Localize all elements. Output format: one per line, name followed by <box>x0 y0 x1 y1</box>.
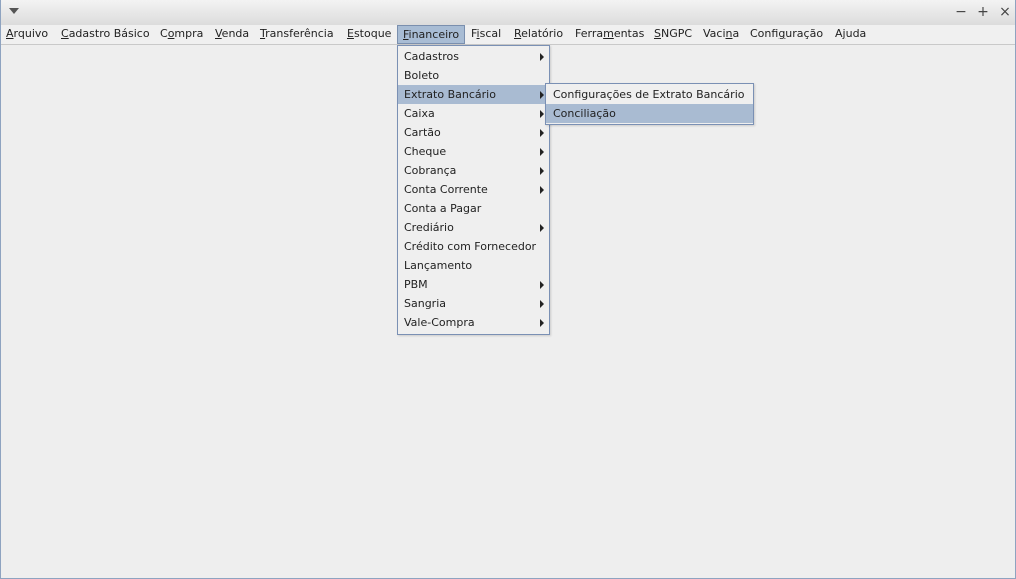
submenu-arrow-icon <box>540 91 544 99</box>
main-window: − + × Arquivo Cadastro Básico Compra Ven… <box>0 0 1016 579</box>
submenu-arrow-icon <box>540 129 544 137</box>
menu-ferramentas[interactable]: Ferramentas <box>570 25 649 44</box>
window-menu-icon[interactable] <box>9 8 19 14</box>
close-button[interactable]: × <box>998 4 1012 20</box>
menu-item-caixa[interactable]: Caixa <box>398 104 549 123</box>
submenu-arrow-icon <box>540 148 544 156</box>
menu-cadastro-basico[interactable]: Cadastro Básico <box>56 25 155 44</box>
menu-item-conta-corrente[interactable]: Conta Corrente <box>398 180 549 199</box>
submenu-arrow-icon <box>540 186 544 194</box>
menu-venda[interactable]: Venda <box>210 25 254 44</box>
submenu-arrow-icon <box>540 53 544 61</box>
menu-item-pbm[interactable]: PBM <box>398 275 549 294</box>
menu-item-conta-a-pagar[interactable]: Conta a Pagar <box>398 199 549 218</box>
extrato-bancario-submenu: Configurações de Extrato Bancário Concil… <box>545 83 754 125</box>
submenu-arrow-icon <box>540 167 544 175</box>
submenu-arrow-icon <box>540 110 544 118</box>
menu-relatorio[interactable]: Relatório <box>509 25 568 44</box>
submenu-arrow-icon <box>540 300 544 308</box>
menu-item-configuracoes-extrato-bancario[interactable]: Configurações de Extrato Bancário <box>546 85 753 104</box>
menu-sngpc[interactable]: SNGPC <box>649 25 697 44</box>
financeiro-dropdown: Cadastros Boleto Extrato Bancário Caixa … <box>397 45 550 335</box>
menu-item-boleto[interactable]: Boleto <box>398 66 549 85</box>
menu-item-sangria[interactable]: Sangria <box>398 294 549 313</box>
menu-ajuda[interactable]: Ajuda <box>830 25 871 44</box>
title-bar[interactable]: − + × <box>1 0 1015 26</box>
minimize-button[interactable]: − <box>954 4 968 20</box>
menu-vacina[interactable]: Vacina <box>698 25 744 44</box>
menu-transferencia[interactable]: Transferência <box>255 25 339 44</box>
menu-fiscal[interactable]: Fiscal <box>466 25 506 44</box>
menu-bar: Arquivo Cadastro Básico Compra Venda Tra… <box>1 25 1015 45</box>
menu-item-extrato-bancario[interactable]: Extrato Bancário <box>398 85 549 104</box>
menu-item-cobranca[interactable]: Cobrança <box>398 161 549 180</box>
menu-arquivo[interactable]: Arquivo <box>1 25 53 44</box>
menu-item-lancamento[interactable]: Lançamento <box>398 256 549 275</box>
menu-item-vale-compra[interactable]: Vale-Compra <box>398 313 549 332</box>
menu-compra[interactable]: Compra <box>155 25 208 44</box>
menu-item-credito-com-fornecedor[interactable]: Crédito com Fornecedor <box>398 237 549 256</box>
menu-item-cartao[interactable]: Cartão <box>398 123 549 142</box>
submenu-arrow-icon <box>540 281 544 289</box>
menu-configuracao[interactable]: Configuração <box>745 25 828 44</box>
menu-item-cadastros[interactable]: Cadastros <box>398 47 549 66</box>
submenu-arrow-icon <box>540 319 544 327</box>
menu-estoque[interactable]: Estoque <box>342 25 396 44</box>
menu-financeiro[interactable]: Financeiro <box>397 25 465 44</box>
menu-item-cheque[interactable]: Cheque <box>398 142 549 161</box>
maximize-button[interactable]: + <box>976 4 990 20</box>
menu-item-conciliacao[interactable]: Conciliação <box>546 104 753 123</box>
menu-item-crediario[interactable]: Crediário <box>398 218 549 237</box>
submenu-arrow-icon <box>540 224 544 232</box>
